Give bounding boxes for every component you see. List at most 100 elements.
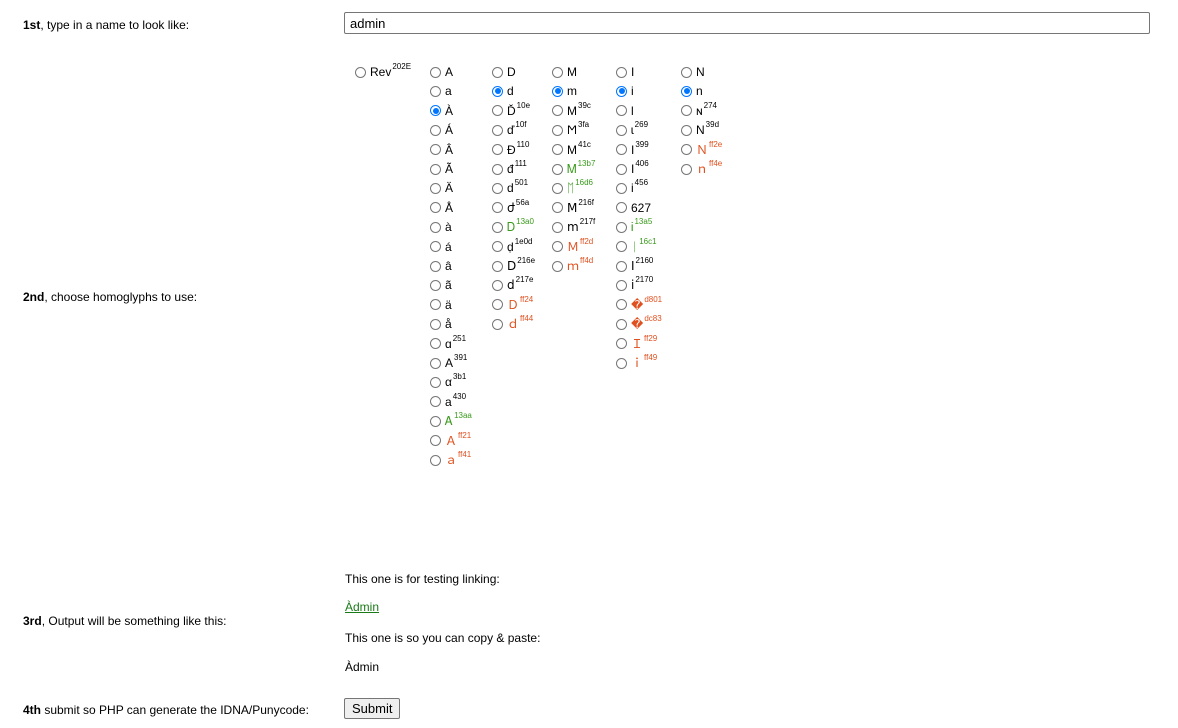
radio-button[interactable]: [430, 357, 441, 369]
radio-button[interactable]: [430, 85, 441, 97]
homoglyph-a-option[interactable]: ａ ff41: [430, 451, 471, 468]
homoglyph-d-option[interactable]: ԁ 501: [492, 179, 528, 196]
radio-button[interactable]: [681, 163, 692, 175]
radio-button[interactable]: [552, 260, 563, 272]
homoglyph-m-option[interactable]: М 41c: [552, 140, 591, 158]
radio-button[interactable]: [430, 299, 441, 311]
homoglyph-i-option[interactable]: 627: [616, 200, 651, 216]
radio-button[interactable]: [430, 279, 441, 291]
homoglyph-a-option[interactable]: å: [430, 316, 452, 332]
homoglyph-m-option[interactable]: Ⅿ 216f: [552, 198, 594, 216]
homoglyph-a-option[interactable]: а 430: [430, 392, 466, 410]
homoglyph-n-option[interactable]: n: [681, 83, 703, 99]
radio-button[interactable]: [492, 260, 503, 272]
radio-button[interactable]: [616, 241, 627, 253]
test-link[interactable]: Àdmin: [345, 600, 379, 614]
radio-button[interactable]: [616, 144, 627, 156]
homoglyph-a-option[interactable]: â: [430, 258, 452, 274]
homoglyph-d-option[interactable]: Ｄff24: [492, 295, 533, 313]
radio-button[interactable]: [430, 454, 441, 466]
homoglyph-i-option[interactable]: Ι 399: [616, 140, 649, 158]
radio-button[interactable]: [552, 221, 563, 233]
radio-button[interactable]: [616, 202, 627, 214]
radio-button[interactable]: [552, 124, 563, 136]
radio-button[interactable]: [355, 66, 366, 78]
homoglyph-a-option[interactable]: Ä: [430, 180, 453, 196]
radio-button[interactable]: [616, 163, 627, 175]
radio-button[interactable]: [492, 221, 503, 233]
homoglyph-m-option[interactable]: ｍ ff4d: [552, 257, 593, 274]
radio-button[interactable]: [430, 260, 441, 272]
homoglyph-i-option[interactable]: l: [616, 103, 634, 119]
homoglyph-n-option[interactable]: Ν 39d: [681, 121, 719, 138]
radio-button[interactable]: [616, 357, 627, 369]
homoglyph-d-option[interactable]: Đ 110: [492, 140, 529, 158]
homoglyph-i-option[interactable]: Ⅰ 2160: [616, 257, 653, 274]
radio-button[interactable]: [492, 66, 503, 78]
homoglyph-i-option[interactable]: і 456: [616, 179, 648, 196]
radio-button[interactable]: [616, 182, 627, 194]
radio-button[interactable]: [681, 144, 692, 156]
radio-button[interactable]: [616, 338, 627, 350]
radio-button[interactable]: [492, 85, 503, 97]
rev-option[interactable]: Rev 202E: [355, 63, 411, 80]
radio-button[interactable]: [430, 435, 441, 447]
homoglyph-m-option[interactable]: ⅿ 217f: [552, 218, 595, 235]
radio-button[interactable]: [430, 163, 441, 175]
homoglyph-a-option[interactable]: Ａff21: [430, 431, 471, 449]
homoglyph-d-option[interactable]: ժ 56a: [492, 198, 529, 216]
homoglyph-i-option[interactable]: � dc83: [616, 315, 662, 332]
homoglyph-d-option[interactable]: Ⅾ 216e: [492, 257, 535, 274]
radio-button[interactable]: [430, 105, 441, 117]
homoglyph-i-option[interactable]: i: [616, 83, 634, 99]
homoglyph-a-option[interactable]: ä: [430, 297, 452, 313]
homoglyph-a-option[interactable]: Á: [430, 122, 453, 138]
homoglyph-a-option[interactable]: α 3b1: [430, 373, 466, 390]
homoglyph-d-option[interactable]: d: [492, 83, 514, 99]
homoglyph-m-option[interactable]: Ϻ 3fa: [552, 121, 589, 138]
homoglyph-m-option[interactable]: m: [552, 83, 577, 99]
radio-button[interactable]: [492, 105, 503, 117]
radio-button[interactable]: [492, 299, 503, 311]
homoglyph-a-option[interactable]: Å: [430, 200, 453, 216]
radio-button[interactable]: [492, 144, 503, 156]
radio-button[interactable]: [430, 338, 441, 350]
homoglyph-i-option[interactable]: ⅰ 2170: [616, 276, 653, 293]
radio-button[interactable]: [616, 105, 627, 117]
homoglyph-i-option[interactable]: ɩ 269: [616, 121, 648, 138]
radio-button[interactable]: [552, 163, 563, 175]
radio-button[interactable]: [430, 182, 441, 194]
homoglyph-d-option[interactable]: D: [492, 64, 516, 80]
homoglyph-m-option[interactable]: ᛖ 16d6: [552, 179, 593, 196]
radio-button[interactable]: [681, 105, 692, 117]
homoglyph-i-option[interactable]: Ꭵ 13a5: [616, 218, 652, 235]
homoglyph-a-option[interactable]: A: [430, 64, 453, 80]
homoglyph-d-option[interactable]: Ꭰ 13a0: [492, 218, 534, 235]
homoglyph-n-option[interactable]: Ｎff2e: [681, 140, 722, 158]
homoglyph-d-option[interactable]: ď 10f: [492, 121, 527, 138]
radio-button[interactable]: [616, 221, 627, 233]
radio-button[interactable]: [492, 279, 503, 291]
submit-button[interactable]: Submit: [344, 698, 401, 719]
radio-button[interactable]: [492, 182, 503, 194]
radio-button[interactable]: [552, 66, 563, 78]
homoglyph-m-option[interactable]: Ꮇ 13b7: [552, 160, 595, 177]
homoglyph-d-option[interactable]: Ď 10e: [492, 101, 530, 119]
radio-button[interactable]: [616, 279, 627, 291]
radio-button[interactable]: [430, 415, 441, 427]
homoglyph-i-option[interactable]: ｉ ff49: [616, 354, 657, 371]
homoglyph-n-option[interactable]: ｎ ff4e: [681, 160, 722, 177]
radio-button[interactable]: [492, 318, 503, 330]
homoglyph-d-option[interactable]: ḍ 1e0d: [492, 237, 532, 255]
radio-button[interactable]: [616, 124, 627, 136]
homoglyph-n-option[interactable]: ɴ 274: [681, 101, 717, 119]
homoglyph-a-option[interactable]: ã: [430, 277, 452, 293]
homoglyph-d-option[interactable]: ｄ ff44: [492, 315, 533, 332]
radio-button[interactable]: [552, 105, 563, 117]
radio-button[interactable]: [616, 299, 627, 311]
homoglyph-a-option[interactable]: à: [430, 219, 452, 235]
homoglyph-m-option[interactable]: Μ 39c: [552, 101, 591, 119]
homoglyph-i-option[interactable]: � d801: [616, 295, 662, 313]
radio-button[interactable]: [430, 376, 441, 388]
radio-button[interactable]: [492, 202, 503, 214]
